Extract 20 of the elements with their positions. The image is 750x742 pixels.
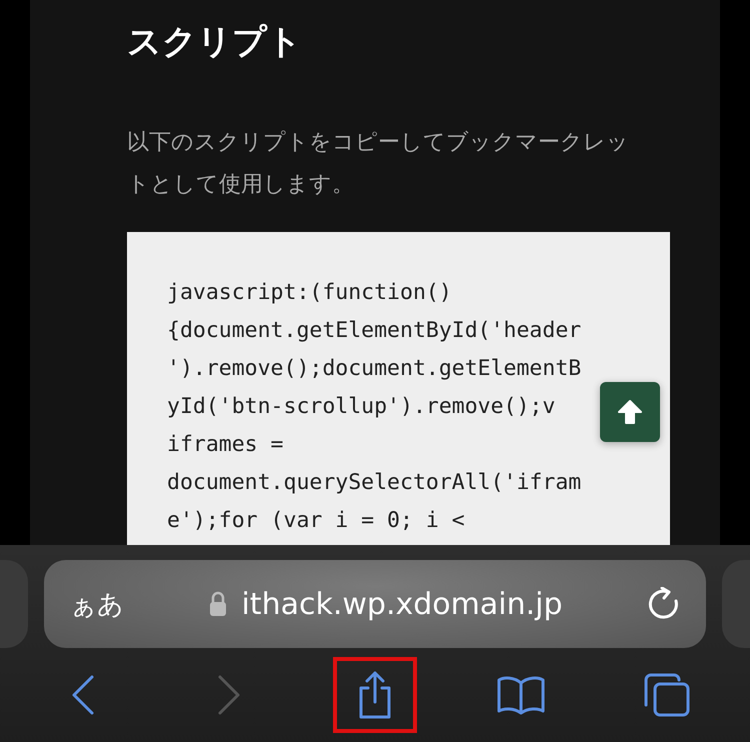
code-line: yId('btn-scrollup').remove();v: [167, 393, 556, 421]
book-icon: [496, 675, 546, 715]
section-heading: スクリプト: [127, 21, 303, 64]
description-text: 以下のスクリプトをコピーしてブックマークレットとして使用します。: [127, 129, 630, 199]
tabs-icon: [643, 672, 691, 718]
arrow-up-icon: [616, 398, 644, 426]
back-icon: [70, 674, 96, 716]
code-line: {document.getElementById('header: [167, 317, 582, 345]
code-line: iframes =: [167, 431, 284, 459]
code-line: javascript:(function(): [167, 279, 452, 307]
code-line: e');for (var i = 0; i <: [167, 507, 465, 535]
address-bar[interactable]: ぁあ ithack.wp.xdomain.jp: [44, 560, 706, 648]
code-line: document.querySelectorAll('ifram: [167, 469, 582, 497]
page-format-button[interactable]: ぁあ: [70, 586, 124, 622]
forward-icon: [216, 674, 242, 716]
code-line: ').remove();document.getElementB: [167, 355, 582, 383]
scroll-up-button[interactable]: [600, 382, 660, 442]
reload-icon[interactable]: [648, 587, 680, 621]
url-text: ithack.wp.xdomain.jp: [241, 586, 563, 622]
share-button[interactable]: [333, 657, 417, 733]
